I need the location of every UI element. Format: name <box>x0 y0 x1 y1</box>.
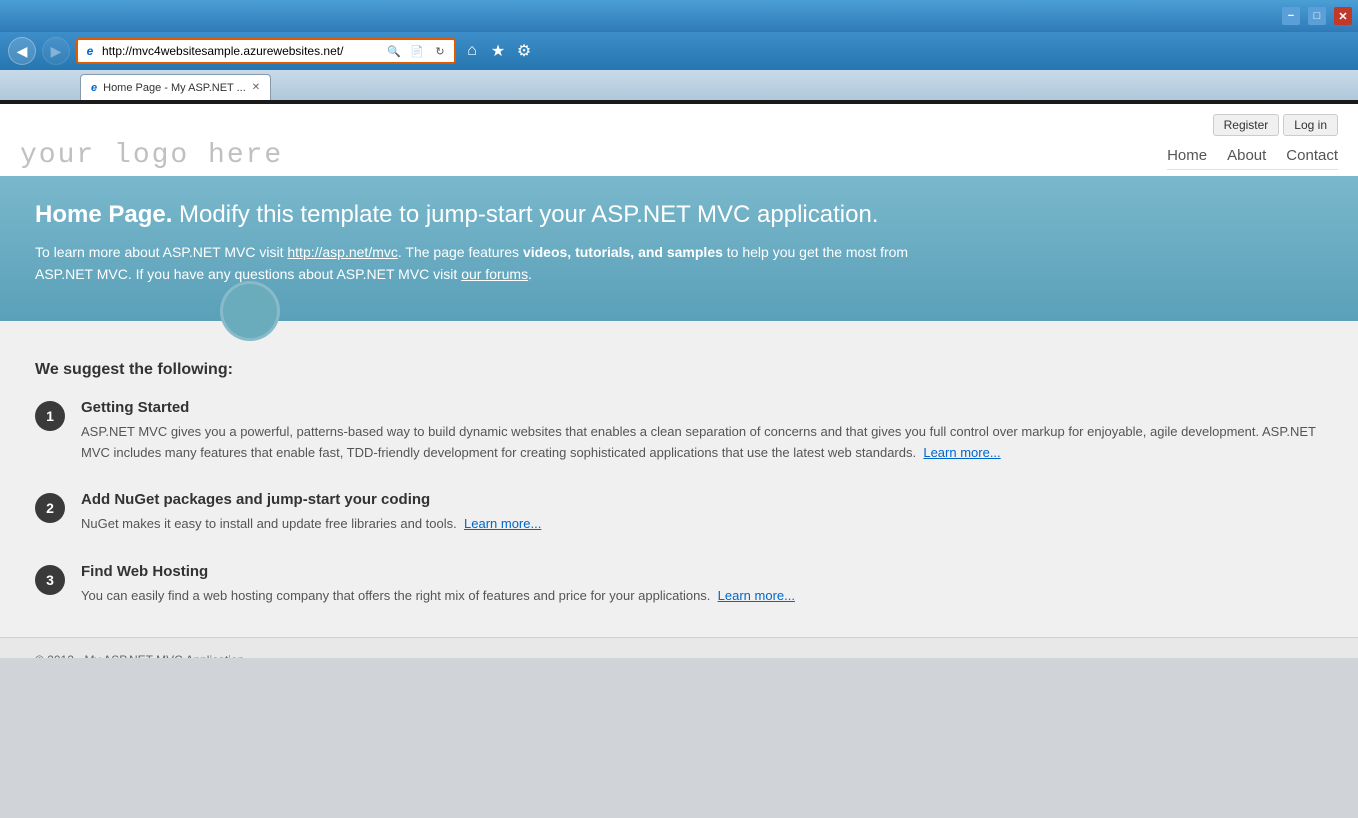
close-button[interactable]: ✕ <box>1334 7 1352 25</box>
item-title-1: Getting Started <box>81 399 1323 416</box>
items-list: 1 Getting Started ASP.NET MVC gives you … <box>35 399 1323 607</box>
maximize-button[interactable]: □ <box>1308 7 1326 25</box>
tab-bar: e Home Page - My ASP.NET ... ✕ <box>0 70 1358 100</box>
nav-contact[interactable]: Contact <box>1286 147 1338 164</box>
favorites-icon[interactable]: ★ <box>488 41 508 61</box>
minimize-button[interactable]: − <box>1282 7 1300 25</box>
hero-end: . <box>528 266 532 282</box>
suggest-heading: We suggest the following: <box>35 361 1323 379</box>
forward-button[interactable]: ▶ <box>42 37 70 65</box>
item-content-1: Getting Started ASP.NET MVC gives you a … <box>81 399 1323 464</box>
title-bar: − □ ✕ <box>0 0 1358 32</box>
nav-bar: Home About Contact <box>1167 142 1338 170</box>
site-logo: your logo here <box>20 140 283 171</box>
tab-ie-logo: e <box>91 82 97 94</box>
address-bar-row: ◀ ▶ e 🔍 📄 ↻ ⌂ ★ ⚙ <box>0 32 1358 70</box>
item-title-3: Find Web Hosting <box>81 563 1323 580</box>
site-container: Register Log in your logo here Home Abou… <box>0 104 1358 658</box>
hero-bold-text: videos, tutorials, and samples <box>523 244 723 260</box>
active-tab[interactable]: e Home Page - My ASP.NET ... ✕ <box>80 74 271 100</box>
item-desc-3: You can easily find a web hosting compan… <box>81 586 1323 607</box>
hero-middle: . The page features <box>398 244 523 260</box>
header-top: Register Log in <box>20 114 1338 136</box>
window-controls: − □ ✕ <box>1282 7 1352 25</box>
window-bottom-area <box>0 658 1358 818</box>
hero-intro: To learn more about ASP.NET MVC visit <box>35 244 287 260</box>
list-item: 3 Find Web Hosting You can easily find a… <box>35 563 1323 607</box>
item-link-2[interactable]: Learn more... <box>464 516 541 531</box>
hero-title-bold: Home Page. <box>35 201 172 228</box>
hero-title: Home Page. Modify this template to jump-… <box>35 201 1323 229</box>
settings-icon[interactable]: ⚙ <box>514 41 534 61</box>
tab-close-button[interactable]: ✕ <box>252 82 260 93</box>
home-icon[interactable]: ⌂ <box>462 41 482 61</box>
item-title-2: Add NuGet packages and jump-start your c… <box>81 491 1323 508</box>
hero-text: To learn more about ASP.NET MVC visit ht… <box>35 241 935 286</box>
item-link-1[interactable]: Learn more... <box>923 445 1000 460</box>
address-actions: 🔍 📄 ↻ <box>384 41 450 61</box>
item-number-2: 2 <box>35 493 65 523</box>
compat-icon[interactable]: 📄 <box>407 41 427 61</box>
search-icon[interactable]: 🔍 <box>384 41 404 61</box>
hero-link-aspnet[interactable]: http://asp.net/mvc <box>287 244 398 260</box>
banner-circle-decoration <box>220 281 280 341</box>
hero-link-forums[interactable]: our forums <box>461 266 528 282</box>
tab-label: Home Page - My ASP.NET ... <box>103 82 246 94</box>
item-link-3[interactable]: Learn more... <box>718 588 795 603</box>
item-number-3: 3 <box>35 565 65 595</box>
ie-logo-icon: e <box>82 43 98 59</box>
item-content-3: Find Web Hosting You can easily find a w… <box>81 563 1323 607</box>
register-button[interactable]: Register <box>1213 114 1280 136</box>
item-desc-2: NuGet makes it easy to install and updat… <box>81 514 1323 535</box>
item-content-2: Add NuGet packages and jump-start your c… <box>81 491 1323 535</box>
address-input[interactable] <box>102 44 380 58</box>
login-button[interactable]: Log in <box>1283 114 1338 136</box>
nav-home[interactable]: Home <box>1167 147 1207 164</box>
list-item: 1 Getting Started ASP.NET MVC gives you … <box>35 399 1323 464</box>
item-number-1: 1 <box>35 401 65 431</box>
hero-banner: Home Page. Modify this template to jump-… <box>0 176 1358 321</box>
site-footer: © 2012 - My ASP.NET MVC Application <box>0 637 1358 658</box>
nav-about[interactable]: About <box>1227 147 1266 164</box>
main-content: We suggest the following: 1 Getting Star… <box>0 321 1358 637</box>
list-item: 2 Add NuGet packages and jump-start your… <box>35 491 1323 535</box>
refresh-icon[interactable]: ↻ <box>430 41 450 61</box>
address-bar-container: e 🔍 📄 ↻ <box>76 38 456 64</box>
back-button[interactable]: ◀ <box>8 37 36 65</box>
hero-title-rest: Modify this template to jump-start your … <box>172 201 878 228</box>
item-desc-1: ASP.NET MVC gives you a powerful, patter… <box>81 422 1323 464</box>
site-header: Register Log in your logo here Home Abou… <box>0 104 1358 176</box>
